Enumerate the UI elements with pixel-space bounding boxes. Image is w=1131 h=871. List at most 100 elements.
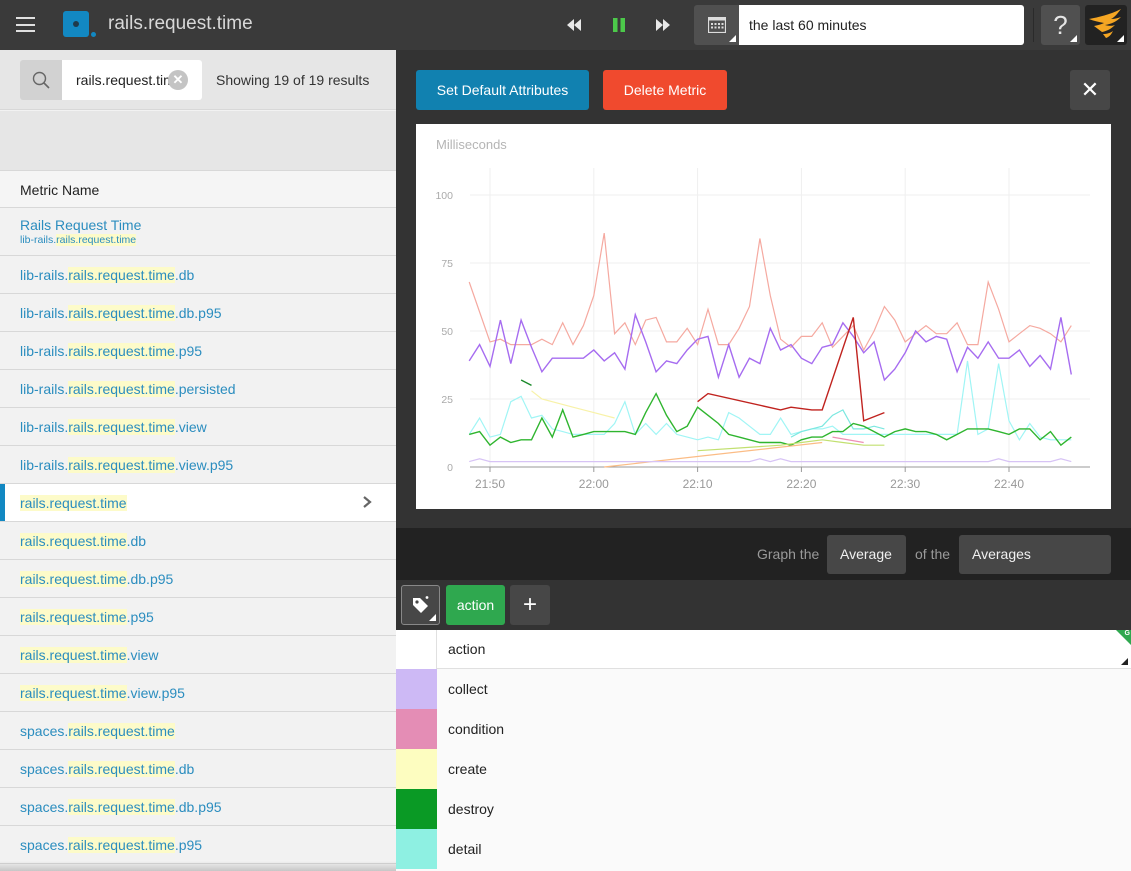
name-match-highlight: rails.request.time: [20, 532, 127, 549]
rewind-icon: [567, 19, 581, 31]
name-suffix: .db: [126, 532, 147, 549]
name-prefix: spaces.: [20, 722, 69, 739]
set-default-attributes-button[interactable]: Set Default Attributes: [416, 70, 589, 110]
y-tick-label: 0: [447, 462, 453, 474]
rewind-button[interactable]: [561, 12, 587, 38]
series-line-lavender: [469, 458, 1072, 463]
aggregation-function-select[interactable]: Average: [827, 535, 906, 574]
color-swatch: [396, 829, 437, 869]
column-header-metric-name: Metric Name: [0, 171, 396, 208]
topbar-divider: [1033, 8, 1034, 42]
name-suffix: .db.p95: [174, 798, 222, 815]
metric-item[interactable]: lib-rails. rails.request.time .p95: [0, 332, 396, 370]
add-tag-button[interactable]: +: [510, 585, 550, 625]
metric-item[interactable]: lib-rails. rails.request.time .persisted: [0, 370, 396, 408]
y-tick-label: 75: [441, 258, 453, 270]
metric-item[interactable]: Rails Request Time lib-rails.rails.reque…: [0, 208, 396, 256]
search-button[interactable]: [20, 60, 62, 100]
tag-chip-action[interactable]: action: [446, 585, 505, 625]
metric-item[interactable]: spaces. rails.request.time: [0, 712, 396, 750]
name-match-highlight: rails.request.time: [20, 494, 127, 511]
name-match-highlight: rails.request.time: [68, 266, 175, 283]
x-tick-label: 22:30: [890, 477, 920, 491]
delete-metric-button[interactable]: Delete Metric: [603, 70, 727, 110]
scroll-shadow: [0, 861, 396, 871]
group-row[interactable]: condition: [396, 709, 1131, 749]
metric-item[interactable]: rails.request.time .db.p95: [0, 560, 396, 598]
results-count: Showing 19 of 19 results: [216, 72, 370, 88]
time-range-picker: [694, 5, 1024, 45]
group-header-row[interactable]: action G: [396, 630, 1131, 669]
name-match-highlight: rails.request.time: [68, 760, 175, 777]
name-prefix: spaces.: [20, 760, 69, 777]
group-header-label: action: [448, 641, 486, 657]
metric-item[interactable]: lib-rails. rails.request.time .db.p95: [0, 294, 396, 332]
group-row[interactable]: create: [396, 749, 1131, 789]
name-prefix: spaces.: [20, 798, 69, 815]
x-tick-label: 22:00: [579, 477, 609, 491]
brand-menu-button[interactable]: [1085, 5, 1127, 45]
name-suffix: .db: [174, 266, 195, 283]
name-prefix: lib-rails.: [20, 418, 69, 435]
metric-item-selected[interactable]: rails.request.time: [0, 484, 396, 522]
metric-item[interactable]: lib-rails. rails.request.time .view: [0, 408, 396, 446]
metric-sidebar: ✕ Showing 19 of 19 results Metric Name R…: [0, 50, 396, 871]
y-axis-title: Milliseconds: [436, 137, 507, 152]
metric-item[interactable]: rails.request.time .p95: [0, 598, 396, 636]
group-row-label: condition: [448, 721, 505, 737]
hamburger-menu-icon[interactable]: [16, 17, 35, 32]
dropdown-corner-icon: [429, 614, 436, 621]
series-line-yellow: [531, 390, 615, 419]
aggregation-source-select[interactable]: Averages: [959, 535, 1111, 574]
y-tick-label: 50: [441, 326, 453, 338]
metric-item[interactable]: spaces. rails.request.time .db: [0, 750, 396, 788]
metric-item[interactable]: rails.request.time .view: [0, 636, 396, 674]
group-row[interactable]: detail: [396, 829, 1131, 869]
close-button[interactable]: ✕: [1070, 70, 1110, 110]
chevron-right-icon: [363, 496, 372, 508]
name-suffix: .db.p95: [126, 570, 174, 587]
metric-item[interactable]: spaces. rails.request.time .p95: [0, 826, 396, 864]
metric-item[interactable]: rails.request.time .view.p95: [0, 674, 396, 712]
x-tick-label: 22:20: [786, 477, 816, 491]
name-match-highlight: rails.request.time: [68, 798, 175, 815]
pause-icon: [613, 18, 625, 32]
calendar-button[interactable]: [694, 5, 739, 45]
group-row-label: detail: [448, 841, 482, 857]
metric-item[interactable]: rails.request.time .db: [0, 522, 396, 560]
name-prefix: lib-rails.: [20, 304, 69, 321]
top-bar: rails.request.time ?: [0, 0, 1131, 50]
pause-button[interactable]: [606, 12, 632, 38]
name-suffix: .persisted: [174, 380, 236, 397]
metric-item[interactable]: lib-rails. rails.request.time .db: [0, 256, 396, 294]
color-swatch: [396, 789, 437, 829]
fast-forward-button[interactable]: [650, 12, 676, 38]
sort-icon[interactable]: [1121, 658, 1128, 665]
name-prefix: lib-rails.: [20, 342, 69, 359]
group-row[interactable]: destroy: [396, 789, 1131, 829]
name-prefix: lib-rails.: [20, 456, 69, 473]
name-suffix: .p95: [174, 342, 203, 359]
y-tick-label: 25: [441, 394, 453, 406]
name-suffix: .p95: [126, 608, 154, 625]
name-match-highlight: rails.request.time: [68, 722, 175, 739]
help-icon: ?: [1053, 9, 1068, 40]
help-button[interactable]: ?: [1041, 5, 1080, 45]
aggregation-bar: Graph the Average of the Averages: [396, 528, 1131, 580]
series-line-green: [469, 392, 1072, 447]
series-line-teal: [790, 409, 885, 438]
color-swatch: [396, 709, 437, 749]
name-match-highlight: rails.request.time: [68, 456, 175, 473]
group-row[interactable]: collect: [396, 669, 1131, 709]
metric-item[interactable]: lib-rails. rails.request.time .view.p95: [0, 446, 396, 484]
calendar-icon: [707, 17, 726, 33]
tag-menu-button[interactable]: [401, 585, 440, 625]
time-range-input[interactable]: [739, 5, 1024, 45]
metric-item[interactable]: spaces. rails.request.time .db.p95: [0, 788, 396, 826]
name-match-highlight: rails.request.time: [68, 836, 175, 853]
name-match-highlight: rails.request.time: [68, 380, 175, 397]
header-swatch: [396, 630, 437, 669]
name-match-highlight: rails.request.time: [68, 418, 175, 435]
clear-search-icon[interactable]: ✕: [168, 70, 188, 90]
group-badge-letter: G: [1124, 630, 1130, 637]
